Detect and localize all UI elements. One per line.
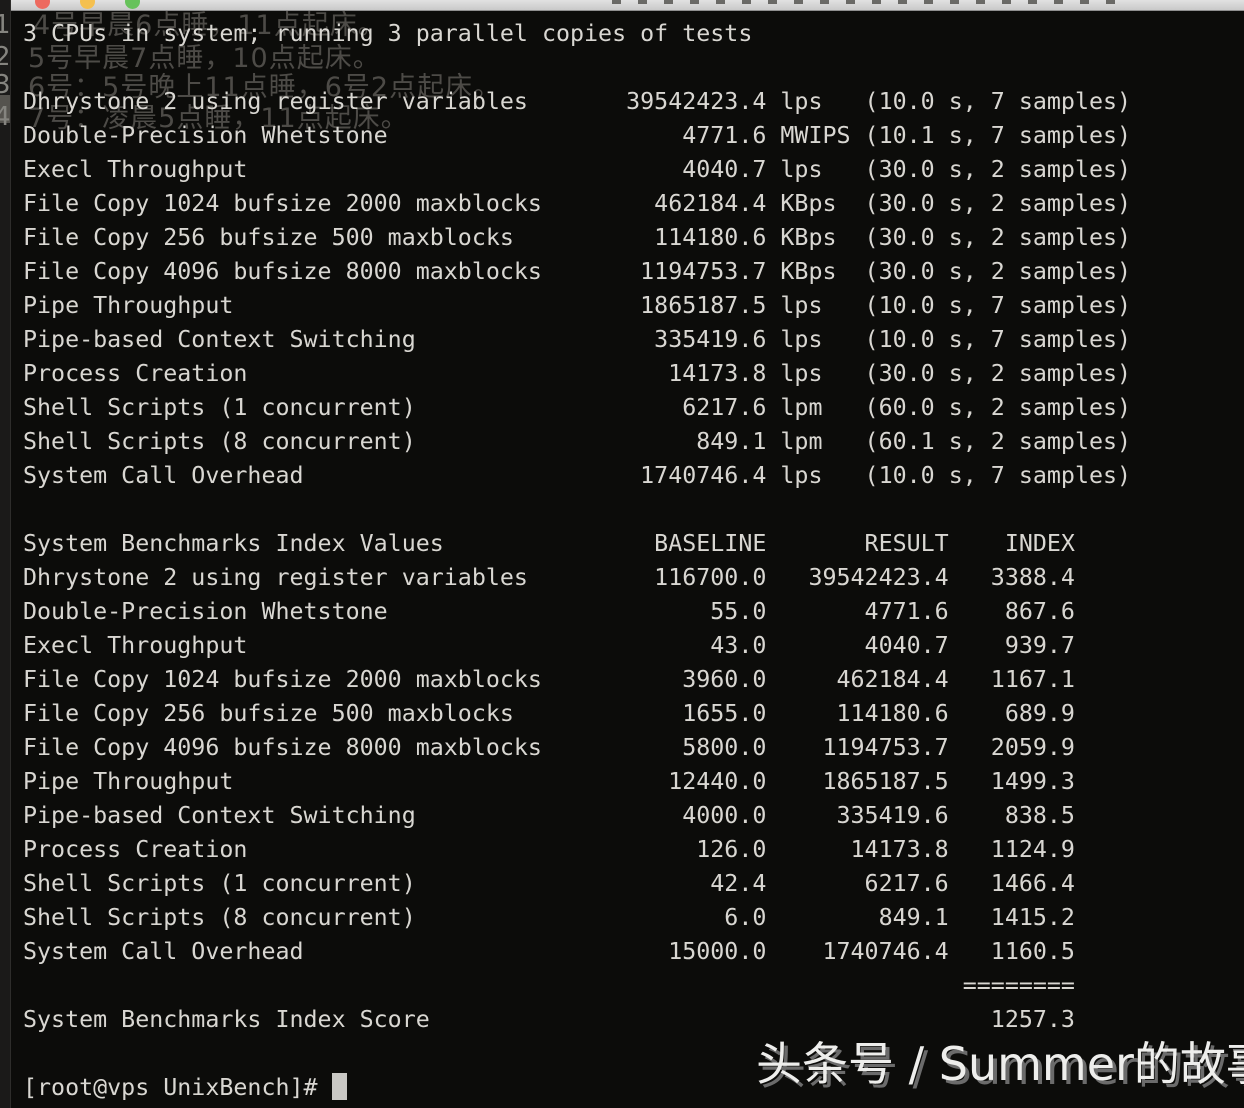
terminal-cursor: [332, 1073, 347, 1100]
terminal-output: 3 CPUs in system; running 3 parallel cop…: [23, 17, 1131, 1037]
terminal-prompt-line[interactable]: [root@vps UnixBench]#: [23, 1071, 347, 1105]
line-number: 3: [0, 72, 11, 98]
close-button[interactable]: [35, 0, 50, 9]
line-number: 1: [0, 12, 11, 38]
screenshot-root: 4号早晨6点睡，11点起床。 5号早晨7点睡，10点起床。 6号：5号晚上11点…: [0, 0, 1244, 1108]
line-number: 4: [0, 104, 11, 130]
minimize-button[interactable]: [80, 0, 95, 9]
editor-line-number-gutter: 1 2 3 4: [0, 0, 11, 1108]
terminal-prompt: [root@vps UnixBench]#: [23, 1074, 332, 1101]
titlebar-title-clipped: [612, 0, 1127, 4]
window-titlebar: [11, 0, 1244, 11]
zoom-button[interactable]: [125, 0, 140, 9]
channel-watermark: 头条号 / Summer的故事: [756, 1036, 1244, 1092]
line-number: 2: [0, 44, 11, 70]
